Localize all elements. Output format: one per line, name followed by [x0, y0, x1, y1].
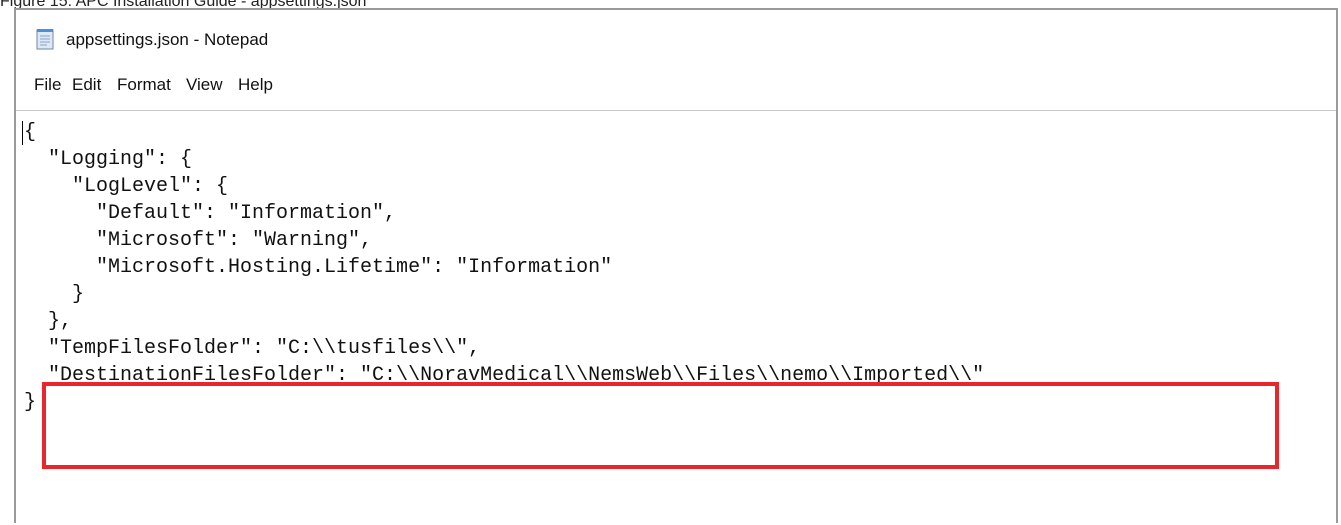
code-line: "Logging": { — [24, 148, 193, 171]
menu-file[interactable]: File — [34, 74, 61, 96]
menu-bar: File Edit Format View Help — [16, 74, 1336, 98]
text-editor[interactable]: { "Logging": { "LogLevel": { "Default": … — [16, 110, 1336, 525]
code-line: } — [24, 391, 37, 414]
figure-caption: Figure 15: APC Installation Guide - apps… — [0, 0, 1341, 8]
code-line: "TempFilesFolder": "C:\\tusfiles\\", — [24, 337, 481, 360]
code-line: "Microsoft.Hosting.Lifetime": "Informati… — [24, 256, 613, 279]
menu-format[interactable]: Format — [117, 74, 171, 96]
notepad-window: appsettings.json - Notepad File Edit For… — [14, 8, 1338, 523]
menu-help[interactable]: Help — [238, 74, 273, 96]
title-bar: appsettings.json - Notepad — [16, 10, 1336, 66]
notepad-icon — [36, 29, 54, 50]
code-line: }, — [24, 310, 73, 333]
menu-edit[interactable]: Edit — [72, 74, 101, 96]
menu-view[interactable]: View — [186, 74, 223, 96]
code-line: { — [24, 121, 37, 144]
highlight-box — [42, 382, 1279, 469]
window-title: appsettings.json - Notepad — [66, 30, 269, 49]
text-caret — [22, 121, 23, 145]
code-line: "Microsoft": "Warning", — [24, 229, 373, 252]
code-line: } — [24, 283, 85, 306]
editor-content[interactable]: { "Logging": { "LogLevel": { "Default": … — [24, 119, 984, 416]
code-line: "LogLevel": { — [24, 175, 229, 198]
code-line: "Default": "Information", — [24, 202, 397, 225]
